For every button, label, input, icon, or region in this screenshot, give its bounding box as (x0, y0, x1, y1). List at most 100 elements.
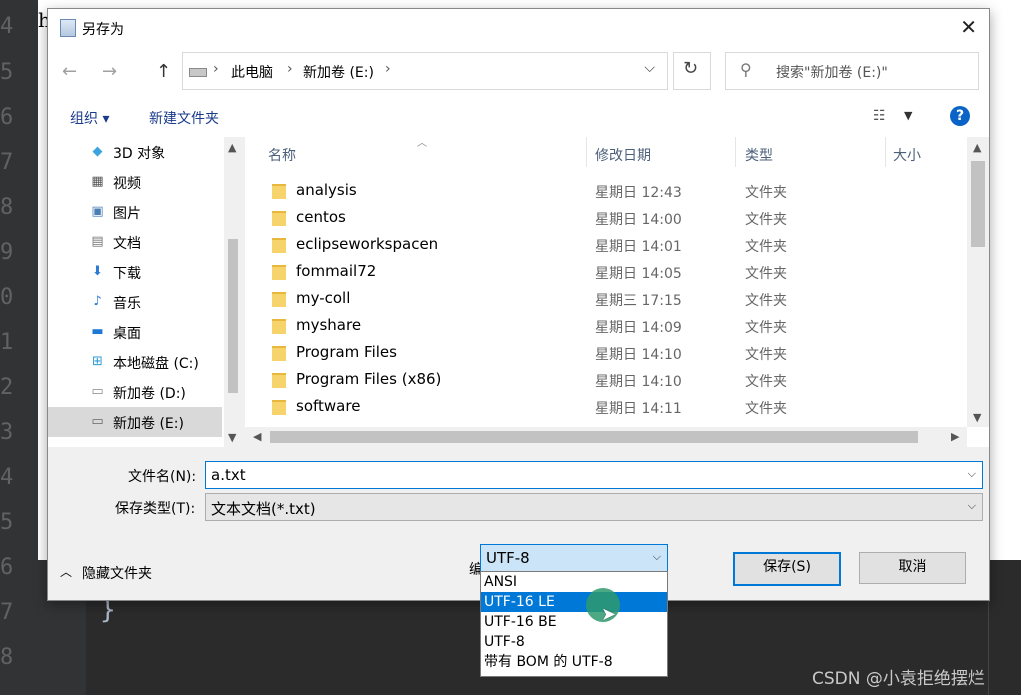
back-arrow-icon[interactable]: ← (62, 61, 77, 82)
save-button[interactable]: 保存(S) (733, 552, 841, 586)
encoding-option-utf8-bom[interactable]: 带有 BOM 的 UTF-8 (481, 652, 667, 672)
encoding-option-utf8[interactable]: UTF-8 (481, 632, 667, 652)
vertical-scrollbar-thumb[interactable] (971, 161, 985, 247)
drive-icon: ▭ (91, 384, 104, 399)
nav-item-pictures[interactable]: ▣ 图片 (48, 197, 222, 227)
chevron-right-icon[interactable]: › (385, 61, 391, 77)
up-arrow-icon[interactable]: ↑ (156, 61, 171, 82)
column-header-date[interactable]: 修改日期 (595, 145, 651, 165)
nav-item-documents[interactable]: ▤ 文档 (48, 227, 222, 257)
file-row[interactable]: Program Files 星期日 14:10 文件夹 (245, 339, 965, 366)
line-number: 6 (0, 555, 14, 580)
line-number: 7 (0, 150, 14, 175)
scroll-left-icon[interactable]: ◀ (253, 430, 261, 443)
music-icon: ♪ (93, 294, 102, 309)
line-number: 0 (0, 285, 14, 310)
nav-item-music[interactable]: ♪ 音乐 (48, 287, 222, 317)
nav-item-label: 文档 (113, 236, 141, 252)
folder-icon (272, 238, 286, 253)
file-row[interactable]: analysis 星期日 12:43 文件夹 (245, 177, 965, 204)
nav-item-downloads[interactable]: ⬇ 下载 (48, 257, 222, 287)
chevron-up-icon: ︿ (60, 565, 73, 579)
encoding-option-utf16be[interactable]: UTF-16 BE (481, 612, 667, 632)
file-type: 文件夹 (745, 239, 787, 255)
scroll-up-icon[interactable]: ▲ (228, 141, 236, 154)
cancel-button[interactable]: 取消 (859, 552, 966, 584)
nav-item-videos[interactable]: ▦ 视频 (48, 167, 222, 197)
line-number: 8 (0, 195, 14, 220)
line-number: 4 (0, 465, 14, 490)
search-box[interactable]: ⚲ 搜索"新加卷 (E:)" (725, 52, 979, 90)
filename-label: 文件名(N): (128, 469, 197, 485)
mouse-cursor-icon: ➤ (601, 604, 617, 625)
view-dropdown-arrow[interactable]: ▼ (904, 109, 912, 122)
column-divider[interactable] (735, 137, 736, 167)
refresh-button[interactable]: ↻ (673, 52, 711, 90)
file-type: 文件夹 (745, 266, 787, 282)
file-row[interactable]: my-coll 星期三 17:15 文件夹 (245, 285, 965, 312)
file-row[interactable]: eclipseworkspacen 星期日 14:01 文件夹 (245, 231, 965, 258)
horizontal-scrollbar-thumb[interactable] (270, 431, 918, 443)
file-row[interactable]: fommail72 星期日 14:05 文件夹 (245, 258, 965, 285)
new-folder-button[interactable]: 新建文件夹 (149, 108, 219, 128)
chevron-down-icon[interactable]: ⌵ (968, 499, 976, 513)
address-bar[interactable]: › 此电脑 › 新加卷 (E:) › ⌵ (182, 52, 668, 90)
scroll-down-icon[interactable]: ▼ (228, 431, 236, 444)
nav-item-label: 新加卷 (E:) (113, 416, 184, 432)
column-header-type[interactable]: 类型 (745, 145, 773, 165)
download-icon: ⬇ (92, 264, 103, 279)
chevron-right-icon[interactable]: › (213, 61, 219, 77)
column-header-size[interactable]: 大小 (893, 145, 921, 165)
nav-item-drive-d[interactable]: ▭ 新加卷 (D:) (48, 377, 222, 407)
chevron-right-icon[interactable]: › (287, 61, 293, 77)
filetype-value: 文本文档(*.txt) (211, 500, 316, 518)
breadcrumb-drive-e[interactable]: 新加卷 (E:) (303, 62, 374, 82)
dialog-title: 另存为 (82, 22, 124, 38)
line-number: 4 (0, 14, 14, 39)
filetype-select[interactable]: 文本文档(*.txt) ⌵ (205, 493, 983, 521)
encoding-option-ansi[interactable]: ANSI (481, 572, 667, 592)
nav-item-drive-e[interactable]: ▭ 新加卷 (E:) (48, 407, 222, 437)
column-header-name[interactable]: 名称 (268, 145, 296, 165)
desktop-icon: ▬ (91, 324, 104, 339)
file-row[interactable]: software 星期日 14:11 文件夹 (245, 393, 965, 420)
encoding-select[interactable]: UTF-8 ⌵ (480, 544, 668, 573)
file-name: my-coll (296, 289, 351, 307)
nav-item-desktop[interactable]: ▬ 桌面 (48, 317, 222, 347)
view-options-icon[interactable]: ☷ (873, 108, 886, 124)
chevron-down-icon[interactable]: ⌵ (644, 60, 655, 76)
file-row[interactable]: myshare 星期日 14:09 文件夹 (245, 312, 965, 339)
nav-scrollbar[interactable]: ▲ ▼ (224, 137, 242, 447)
forward-arrow-icon[interactable]: → (102, 61, 117, 82)
navigation-pane: ◆ 3D 对象 ▦ 视频 ▣ 图片 ▤ 文档 ⬇ 下载 ♪ 音乐 ▬ 桌面 ⊞ (48, 137, 242, 447)
scroll-right-icon[interactable]: ▶ (951, 430, 959, 443)
line-number: 3 (0, 420, 14, 445)
file-row[interactable]: centos 星期日 14:00 文件夹 (245, 204, 965, 231)
filename-input[interactable]: a.txt ⌵ (205, 461, 983, 489)
column-divider[interactable] (885, 137, 886, 167)
folder-icon (272, 400, 286, 415)
chevron-down-icon[interactable]: ⌵ (653, 550, 661, 564)
line-number: 7 (0, 600, 14, 625)
nav-item-drive-c[interactable]: ⊞ 本地磁盘 (C:) (48, 347, 222, 377)
encoding-option-utf16le[interactable]: UTF-16 LE (481, 592, 667, 612)
organize-menu[interactable]: 组织 ▾ (70, 108, 109, 128)
cube-icon: ◆ (92, 144, 103, 159)
column-divider[interactable] (586, 137, 587, 167)
encoding-options-list: ANSI UTF-16 LE UTF-16 BE UTF-8 带有 BOM 的 … (480, 571, 668, 677)
chevron-down-icon[interactable]: ⌵ (968, 467, 976, 481)
file-date: 星期日 14:01 (595, 239, 682, 255)
nav-item-label: 下载 (113, 266, 141, 282)
file-list-horizontal-scrollbar[interactable]: ◀ ▶ (245, 427, 967, 447)
close-button[interactable]: ✕ (960, 15, 977, 39)
file-row[interactable]: Program Files (x86) 星期日 14:10 文件夹 (245, 366, 965, 393)
breadcrumb-this-pc[interactable]: 此电脑 (231, 62, 273, 82)
scroll-down-icon[interactable]: ▼ (973, 411, 981, 424)
file-list-vertical-scrollbar[interactable]: ▲ ▼ (967, 137, 989, 427)
line-number: 6 (0, 105, 14, 130)
help-icon[interactable]: ? (950, 106, 970, 126)
scroll-up-icon[interactable]: ▲ (973, 141, 981, 154)
nav-item-3d-objects[interactable]: ◆ 3D 对象 (48, 137, 222, 167)
folder-icon (272, 346, 286, 361)
nav-scrollbar-thumb[interactable] (228, 239, 238, 393)
